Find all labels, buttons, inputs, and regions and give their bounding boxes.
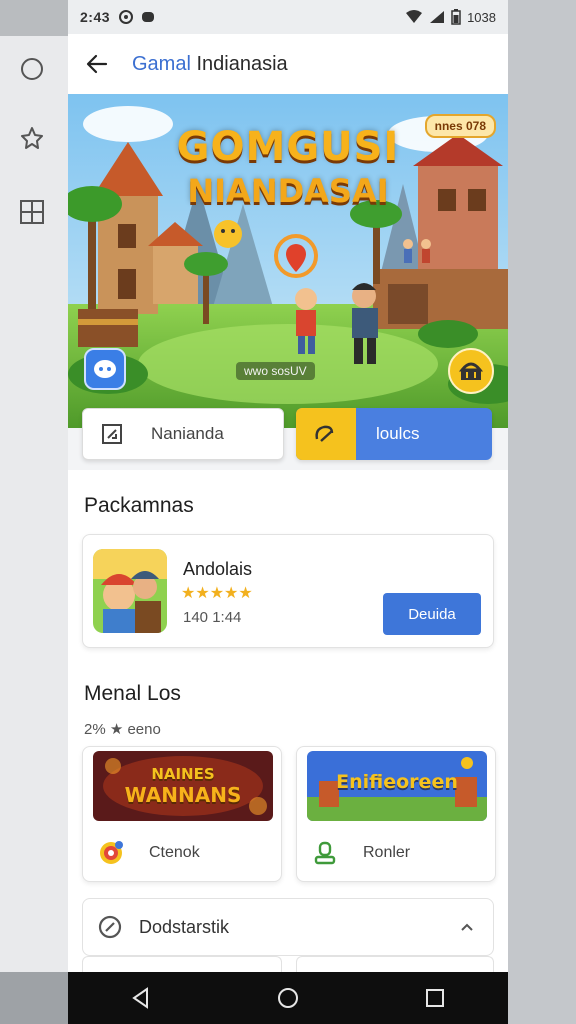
menu-section-subtitle: 2% ★ eeno bbox=[84, 721, 161, 738]
app-bar: Gamal Indianasia bbox=[68, 34, 508, 94]
app-meta: 140 1:44 bbox=[183, 609, 242, 626]
recents-square-icon[interactable] bbox=[422, 985, 448, 1011]
chat-link-icon bbox=[315, 425, 334, 442]
page-title-rest: Indianasia bbox=[190, 52, 288, 75]
game-card[interactable]: NAINES WANNANS Ctenok bbox=[82, 746, 282, 882]
loulcs-button[interactable]: loulcs bbox=[296, 408, 492, 460]
game-card-image-title-2: WANNANS bbox=[124, 783, 242, 807]
wifi-icon bbox=[406, 10, 423, 23]
basket-icon bbox=[458, 362, 484, 380]
banner-title-line2: NIANDASAI bbox=[187, 172, 389, 210]
recommended-section-title: Packamnas bbox=[84, 494, 194, 517]
system-rail bbox=[0, 0, 68, 1024]
status-bar: 2:43 1038 bbox=[68, 0, 508, 34]
chat-bubble-icon bbox=[94, 360, 116, 378]
nanianda-button[interactable]: Nanianda bbox=[82, 408, 284, 460]
download-button[interactable]: Deuida bbox=[383, 593, 481, 635]
edit-box-icon bbox=[102, 424, 122, 444]
expandable-row[interactable]: Dodstarstik bbox=[82, 898, 494, 956]
banner-badge: nnes 078 bbox=[424, 114, 496, 138]
rail-panel bbox=[0, 36, 68, 972]
battery-text: 1038 bbox=[467, 9, 496, 25]
nanianda-label: Nanianda bbox=[151, 424, 224, 443]
star-outline-icon[interactable] bbox=[18, 124, 46, 152]
game-card-image: Enifieoreen bbox=[307, 751, 487, 821]
circle-icon[interactable] bbox=[18, 55, 46, 83]
menu-section-title: Menal Los bbox=[84, 682, 181, 705]
game-card-label: Ctenok bbox=[149, 844, 200, 861]
expandable-row-label: Dodstarstik bbox=[139, 916, 230, 937]
target-icon bbox=[100, 841, 123, 864]
signal-icon bbox=[430, 11, 445, 23]
app-name: Andolais bbox=[183, 559, 253, 579]
banner-caption: wwo sosUV bbox=[236, 362, 315, 380]
hero-banner[interactable]: GOMGUSI NIANDASAI nnes 078 wwo sosUV bbox=[68, 94, 508, 428]
home-circle-icon[interactable] bbox=[275, 985, 301, 1011]
battery-icon bbox=[451, 9, 461, 25]
chevron-up-icon[interactable] bbox=[459, 919, 475, 935]
page-title: Gamal Indianasia bbox=[132, 53, 288, 76]
rail-top bbox=[0, 0, 68, 36]
right-background bbox=[508, 0, 576, 1024]
rail-bottom bbox=[0, 972, 68, 1024]
loulcs-label: loulcs bbox=[376, 424, 420, 443]
status-time: 2:43 bbox=[80, 9, 111, 25]
back-arrow-icon[interactable] bbox=[84, 51, 110, 77]
game-card-label: Ronler bbox=[363, 844, 411, 861]
shop-button[interactable] bbox=[448, 348, 494, 394]
person-icon bbox=[314, 841, 336, 865]
back-triangle-icon[interactable] bbox=[128, 985, 154, 1011]
app-rating-stars: ★★★★★ bbox=[181, 585, 253, 602]
link-icon bbox=[98, 915, 122, 939]
recommended-app-card[interactable]: Andolais ★★★★★ 140 1:44 Deuida bbox=[82, 534, 494, 648]
grid-icon[interactable] bbox=[18, 198, 46, 226]
game-card[interactable]: Enifieoreen Ronler bbox=[296, 746, 496, 882]
app-thumbnail bbox=[93, 549, 167, 633]
navigation-bar bbox=[68, 972, 508, 1024]
chat-button[interactable] bbox=[84, 348, 126, 390]
game-card-image-title-1: Enifieoreen bbox=[336, 771, 458, 793]
media-icon bbox=[142, 12, 155, 22]
game-card-image-title-1: NAINES bbox=[151, 765, 215, 783]
notification-icon bbox=[119, 10, 134, 24]
game-card-image: NAINES WANNANS bbox=[93, 751, 273, 821]
phone-screen: 2:43 1038 Gamal Indianasia GOMGUSI NIAND… bbox=[68, 0, 508, 1024]
page-title-accent: Gamal bbox=[132, 52, 191, 75]
